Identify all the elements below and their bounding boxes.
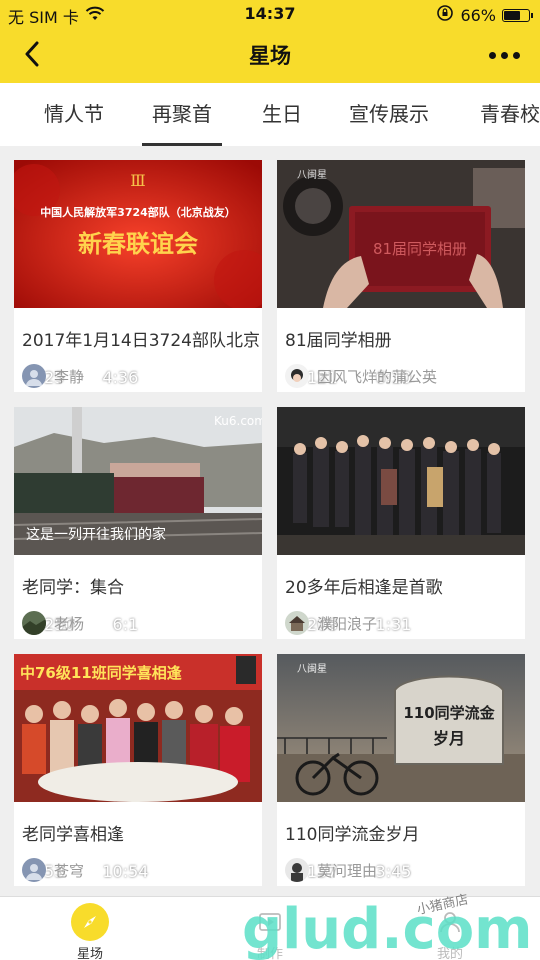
author-name: 苍穹 — [54, 861, 85, 880]
battery-percent: 66% — [460, 5, 496, 25]
compass-icon — [71, 903, 109, 941]
tab-promotion[interactable]: 宣传展示 — [349, 83, 429, 146]
card-author: 莫问理由 — [285, 858, 377, 882]
author-name: 濮阳浪子 — [317, 614, 378, 633]
video-thumbnail: Ⅲ 中国人民解放军3724部队（北京战友） 新春联谊会 — [14, 160, 262, 308]
category-tabs: 情人节 再聚首 生日 宣传展示 青春校 — [0, 83, 540, 146]
tab-valentines[interactable]: 情人节 — [44, 83, 104, 146]
video-thumbnail: Ku6.com 这是一列开往我们的家 — [14, 407, 262, 555]
author-name: 李静 — [54, 367, 85, 386]
video-card[interactable]: 81届同学相册 八闽星 121 6:10 81届同学相册 因风飞烊的蒲公英 — [277, 160, 525, 392]
card-author: 因风飞烊的蒲公英 — [285, 364, 437, 388]
avatar — [22, 364, 46, 388]
tabbar-item-make[interactable]: 制作 — [180, 897, 360, 960]
thumb-caption: 这是一列开往我们的家 — [26, 526, 166, 543]
avatar — [22, 611, 46, 635]
thumb-text-top: 110同学流金 — [403, 704, 495, 722]
card-title: 81届同学相册 — [285, 331, 392, 351]
avatar — [285, 858, 309, 882]
video-thumbnail: 110同学流金 岁月 八闽星 — [277, 654, 525, 802]
tabbar-label: 我的 — [436, 947, 463, 960]
card-title: 20多年后相逢是首歌 — [285, 578, 443, 598]
thumb-logo: Ⅲ — [130, 171, 145, 190]
clock-icon — [89, 614, 109, 634]
back-arrow-icon — [25, 41, 39, 67]
author-name: 因风飞烊的蒲公英 — [317, 367, 438, 386]
tabbar-item-xingchang[interactable]: 星场 — [0, 897, 180, 960]
tabbar-label: 制作 — [256, 947, 283, 960]
card-title: 老同学：集合 — [22, 578, 124, 598]
tab-birthday[interactable]: 生日 — [262, 83, 302, 146]
nav-bar: 星场 — [0, 28, 540, 83]
tabbar-item-mine[interactable]: 我的 — [360, 897, 540, 960]
thumb-logo: 八闽星 — [297, 662, 327, 675]
card-title: 老同学喜相逢 — [22, 825, 124, 845]
thumb-text-top: 中76级11班同学喜相逢 — [20, 664, 182, 682]
tab-reunion[interactable]: 再聚首 — [142, 83, 222, 146]
page-title: 星场 — [249, 44, 291, 68]
duration: 1:31 — [375, 614, 412, 634]
thumb-text-main: 岁月 — [433, 729, 465, 748]
duration: 10:54 — [102, 861, 149, 881]
thumb-text-main: 新春联谊会 — [78, 229, 198, 258]
card-title: 110同学流金岁月 — [285, 825, 420, 845]
thumb-text-top: 中国人民解放军3724部队（北京战友） — [40, 205, 236, 219]
rotation-lock-icon — [436, 4, 454, 26]
top-bar: 无 SIM 卡 14:37 66% 星场 — [0, 0, 540, 83]
video-thumbnail: 81届同学相册 八闽星 — [277, 160, 525, 308]
avatar — [285, 364, 309, 388]
battery-icon — [502, 8, 533, 22]
avatar — [22, 858, 46, 882]
back-button[interactable] — [14, 36, 50, 72]
video-card[interactable]: 208 1:31 20多年后相逢是首歌 濮阳浪子 — [277, 407, 525, 639]
bottom-tab-bar: 星场 制作 我的 — [0, 896, 540, 960]
thumb-logo: Ku6.com — [214, 414, 262, 428]
tabbar-label: 星场 — [76, 947, 103, 960]
avatar — [285, 611, 309, 635]
video-card[interactable]: Ku6.com 这是一列开往我们的家 250 6:1 老同学：集合 老杨 — [14, 407, 262, 639]
video-thumbnail: 中76级11班同学喜相逢 — [14, 654, 262, 802]
card-author: 老杨 — [22, 611, 84, 635]
thumb-text-main: 81届同学相册 — [373, 240, 467, 258]
status-bar: 无 SIM 卡 14:37 66% — [0, 0, 540, 28]
video-thumbnail — [277, 407, 525, 555]
card-title: 2017年1月14日3724部队北京战 — [22, 331, 260, 351]
thumb-logo: 八闽星 — [297, 168, 327, 181]
more-dots-icon — [488, 51, 496, 59]
card-author: 濮阳浪子 — [285, 611, 377, 635]
tab-youth-campus[interactable]: 青春校 — [480, 83, 540, 146]
video-grid: Ⅲ 中国人民解放军3724部队（北京战友） 新春联谊会 25 4:36 2017… — [0, 146, 540, 896]
author-name: 老杨 — [54, 614, 85, 633]
card-author: 李静 — [22, 364, 84, 388]
duration: 4:36 — [102, 367, 139, 387]
author-name: 莫问理由 — [317, 861, 378, 880]
video-card[interactable]: 中76级11班同学喜相逢 53 10:54 老同学喜相逢 苍穹 — [14, 654, 262, 886]
duration: 3:45 — [375, 861, 412, 881]
profile-icon — [431, 903, 469, 941]
card-author: 苍穹 — [22, 858, 84, 882]
video-card[interactable]: Ⅲ 中国人民解放军3724部队（北京战友） 新春联谊会 25 4:36 2017… — [14, 160, 262, 392]
duration: 6:1 — [112, 614, 139, 634]
video-card[interactable]: 110同学流金 岁月 八闽星 137 3:45 110同学流金岁月 莫问理由 — [277, 654, 525, 886]
more-button[interactable] — [482, 38, 526, 72]
make-icon — [251, 903, 289, 941]
